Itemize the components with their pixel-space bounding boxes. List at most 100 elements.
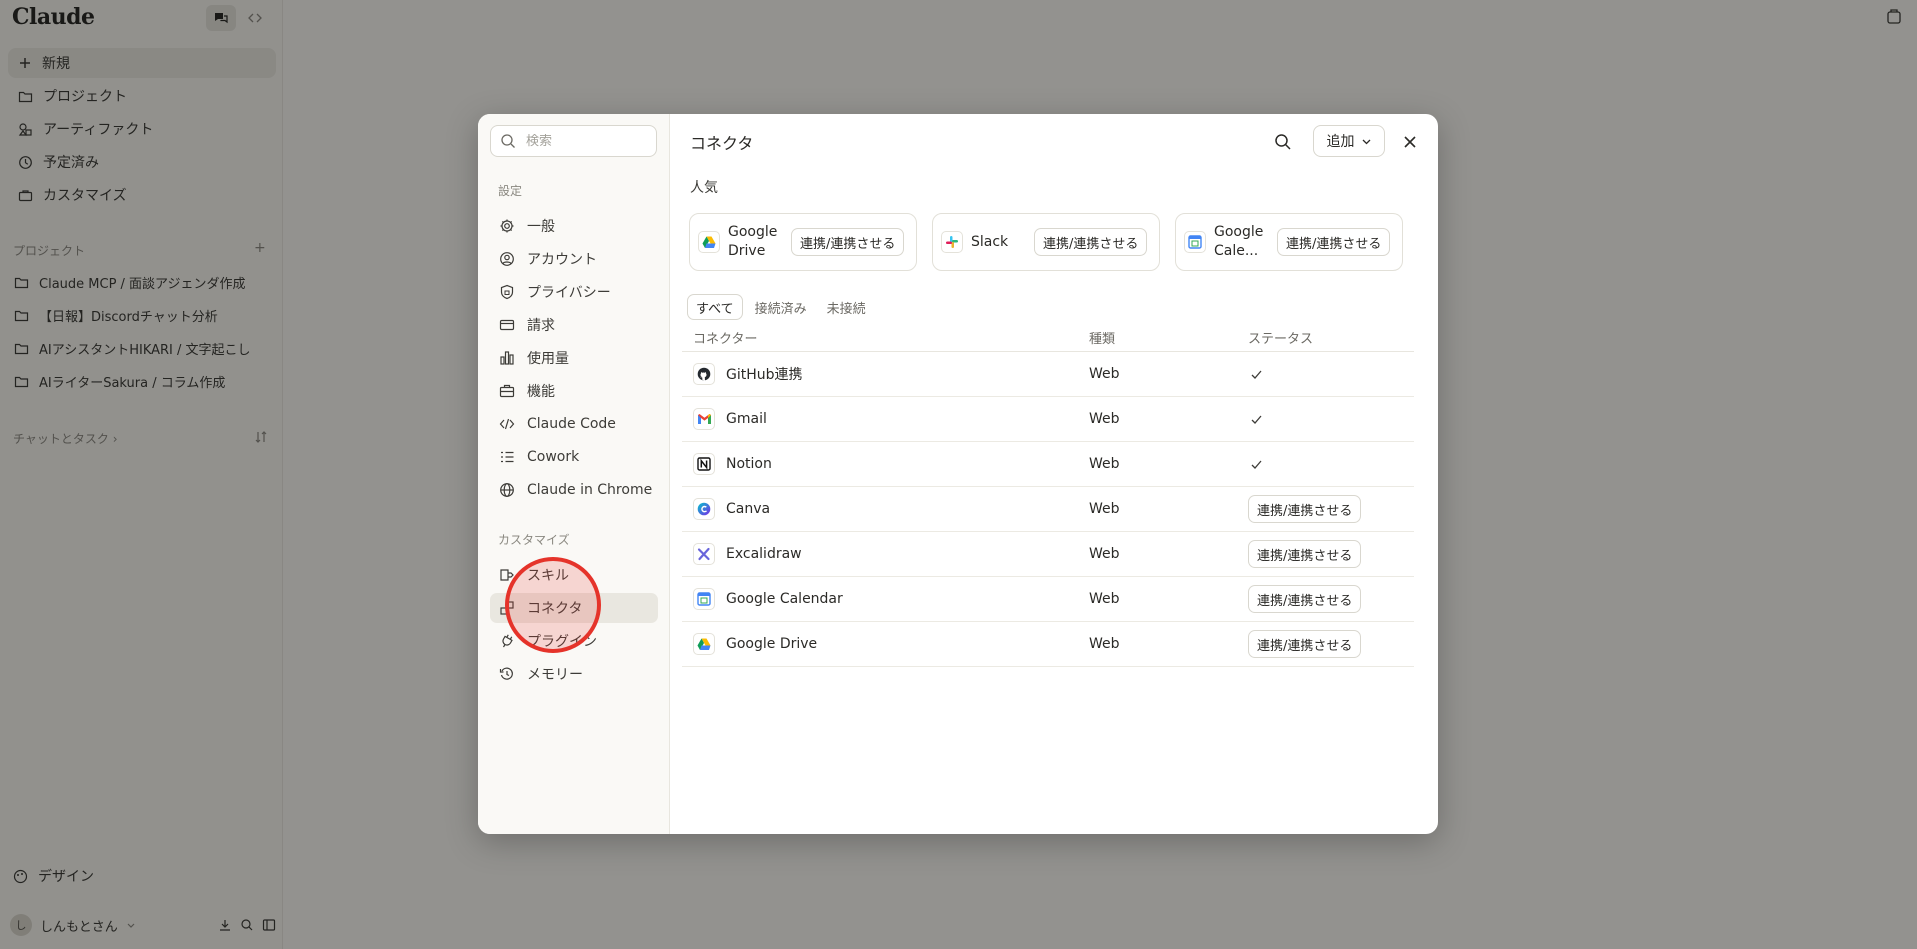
settings-item-label: プライバシー <box>527 285 611 301</box>
user-circle-icon <box>500 252 514 266</box>
settings-item-billing[interactable]: 請求 <box>490 310 658 340</box>
settings-modal: 設定 一般 アカウント プライバシー 請求 使用量 <box>478 114 1438 834</box>
settings-item-label: 機能 <box>527 384 555 400</box>
add-connector-button[interactable]: 追加 <box>1313 125 1385 157</box>
memory-icon <box>499 667 513 680</box>
connect-button[interactable]: 連携/連携させる <box>1248 495 1362 523</box>
add-button-label: 追加 <box>1326 134 1355 150</box>
settings-section-label: 設定 <box>498 184 523 198</box>
connect-button[interactable]: 連携/連携させる <box>791 228 905 256</box>
settings-item-label: メモリー <box>527 667 583 683</box>
settings-item-account[interactable]: アカウント <box>490 244 658 274</box>
tab-all[interactable]: すべて <box>687 294 743 320</box>
connector-name: GitHub連携 <box>726 367 803 383</box>
connect-button[interactable]: 連携/連携させる <box>1248 540 1362 568</box>
column-header-type[interactable]: 種類 <box>1087 328 1247 347</box>
popular-card-name: Google Drive <box>728 224 778 259</box>
tab-disconnected[interactable]: 未接続 <box>819 294 874 320</box>
page-title: コネクタ <box>690 134 754 153</box>
settings-item-privacy[interactable]: プライバシー <box>490 277 658 307</box>
close-button[interactable] <box>1397 129 1423 155</box>
customize-items: スキル コネクタ プラグイン メモリー <box>490 560 658 692</box>
settings-item-features[interactable]: 機能 <box>490 376 658 406</box>
connect-button[interactable]: 連携/連携させる <box>1034 228 1148 256</box>
connect-button[interactable]: 連携/連携させる <box>1248 630 1362 658</box>
table-row[interactable]: Google Drive Web 連携/連携させる <box>682 622 1414 667</box>
connector-type: Web <box>1089 411 1120 427</box>
google-drive-icon <box>693 633 715 655</box>
slack-icon <box>941 231 963 253</box>
connect-button[interactable]: 連携/連携させる <box>1277 228 1391 256</box>
connectors-panel: コネクタ 追加 人気 Google Drive 連携/連携させる Slack 連… <box>670 114 1438 834</box>
settings-item-claude-in-chrome[interactable]: Claude in Chrome <box>490 475 658 505</box>
settings-item-claude-code[interactable]: Claude Code <box>490 409 658 439</box>
connector-type: Web <box>1089 546 1120 562</box>
popular-card-name: Google Cale... <box>1214 224 1264 259</box>
connector-name: Excalidraw <box>726 546 802 562</box>
settings-item-skills[interactable]: スキル <box>490 560 658 590</box>
google-calendar-icon <box>693 588 715 610</box>
connector-name: Google Calendar <box>726 591 843 607</box>
search-icon <box>1275 134 1291 150</box>
column-header-connector[interactable]: コネクター <box>682 328 1087 347</box>
connectors-table: コネクター 種類 ステータス GitHub連携 Web Gmail Web No… <box>682 324 1414 667</box>
settings-item-usage[interactable]: 使用量 <box>490 343 658 373</box>
toolbox-icon <box>499 384 515 398</box>
settings-item-label: 使用量 <box>527 351 569 367</box>
skill-icon <box>500 569 514 581</box>
settings-item-general[interactable]: 一般 <box>490 211 658 241</box>
connector-type: Web <box>1089 591 1120 607</box>
check-icon <box>1251 460 1262 469</box>
checklist-icon <box>501 451 514 463</box>
github-icon <box>693 363 715 385</box>
connect-button[interactable]: 連携/連携させる <box>1248 585 1362 613</box>
customize-section-label: カスタマイズ <box>498 533 570 547</box>
connector-icon <box>500 601 514 615</box>
table-row[interactable]: GitHub連携 Web <box>682 352 1414 397</box>
settings-item-label: スキル <box>527 568 569 584</box>
popular-card-name: Slack <box>971 233 1009 250</box>
settings-search-input[interactable] <box>526 133 636 149</box>
table-row[interactable]: Google Calendar Web 連携/連携させる <box>682 577 1414 622</box>
table-row[interactable]: Excalidraw Web 連携/連携させる <box>682 532 1414 577</box>
google-calendar-icon <box>1184 231 1206 253</box>
credit-card-icon <box>499 319 515 331</box>
settings-item-label: Claude Code <box>527 416 616 432</box>
settings-item-memory[interactable]: メモリー <box>490 659 658 689</box>
settings-item-label: Cowork <box>527 449 580 465</box>
plug-icon <box>502 634 513 648</box>
column-header-status[interactable]: ステータス <box>1247 328 1414 347</box>
connector-type: Web <box>1089 501 1120 517</box>
settings-items: 一般 アカウント プライバシー 請求 使用量 機能 Claude Code Co… <box>490 211 658 508</box>
connector-type: Web <box>1089 366 1120 382</box>
notion-icon <box>693 453 715 475</box>
settings-item-cowork[interactable]: Cowork <box>490 442 658 472</box>
search-icon <box>501 134 515 148</box>
settings-item-connectors[interactable]: コネクタ <box>490 593 658 623</box>
close-icon <box>1404 136 1416 148</box>
connector-name: Gmail <box>726 411 767 427</box>
table-row[interactable]: Gmail Web <box>682 397 1414 442</box>
popular-card-slack: Slack 連携/連携させる <box>932 213 1160 271</box>
settings-item-label: 一般 <box>527 219 555 235</box>
tab-connected[interactable]: 接続済み <box>747 294 815 320</box>
settings-item-label: Claude in Chrome <box>527 482 653 498</box>
filter-tabs: すべて 接続済み 未接続 <box>687 294 874 320</box>
settings-item-label: アカウント <box>527 252 597 268</box>
connector-search-button[interactable] <box>1270 129 1296 155</box>
table-row[interactable]: Canva Web 連携/連携させる <box>682 487 1414 532</box>
popular-card-google-calendar: Google Cale... 連携/連携させる <box>1175 213 1403 271</box>
settings-item-label: コネクタ <box>527 601 583 617</box>
popular-connectors: Google Drive 連携/連携させる Slack 連携/連携させる Goo… <box>689 213 1403 271</box>
table-row[interactable]: Notion Web <box>682 442 1414 487</box>
check-icon <box>1251 415 1262 424</box>
google-drive-icon <box>698 231 720 253</box>
table-header: コネクター 種類 ステータス <box>682 324 1414 352</box>
check-icon <box>1251 370 1262 379</box>
excalidraw-icon <box>693 543 715 565</box>
gmail-icon <box>693 408 715 430</box>
settings-item-plugins[interactable]: プラグイン <box>490 626 658 656</box>
globe-icon <box>500 483 514 497</box>
gear-icon <box>500 219 514 233</box>
settings-search[interactable] <box>490 125 657 157</box>
